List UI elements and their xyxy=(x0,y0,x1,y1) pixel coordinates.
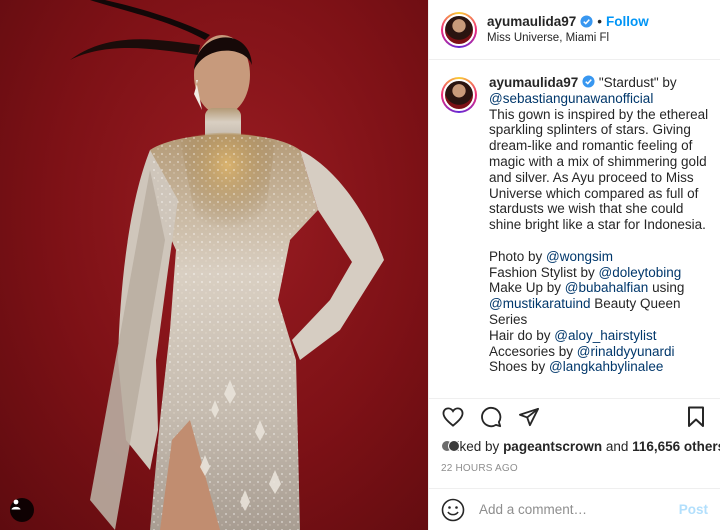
caption-text: ayumaulida97 "Stardust" by @sebastiangun… xyxy=(489,75,708,375)
caption-line: Fashion Stylist by @doleytobing xyxy=(489,264,682,280)
separator-dot: • xyxy=(597,13,603,29)
likes-and: and xyxy=(602,438,633,454)
caption-line: ayumaulida97 "Stardust" by xyxy=(489,75,708,91)
mention-link[interactable]: @aloy_hairstylist xyxy=(554,328,656,343)
heart-icon xyxy=(442,406,464,427)
mention-link[interactable]: @mustikaratuind xyxy=(489,296,591,311)
verified-badge-icon xyxy=(582,75,595,88)
comment-bubble-icon xyxy=(481,406,502,427)
post-comment-button[interactable]: Post xyxy=(679,502,708,517)
caption-line: @sebastiangunawanofficial xyxy=(489,91,708,107)
caption-line: Hair do by @aloy_hairstylist xyxy=(489,327,657,343)
post-side-panel: ayumaulida97 • Follow Miss Universe, Mia… xyxy=(428,0,720,530)
caption-line: Make Up by @bubahalfian using xyxy=(489,280,685,296)
photo-illustration xyxy=(70,0,384,530)
caption-line: sparkling splinters of stars. Giving xyxy=(489,122,691,138)
caption-avatar[interactable] xyxy=(441,77,477,113)
caption-line: shine bright like a star for Indonesia. xyxy=(489,217,706,233)
paper-plane-icon xyxy=(519,407,539,426)
follow-button[interactable]: Follow xyxy=(606,13,649,30)
caption-line: This gown is inspired by the ethereal xyxy=(489,106,709,122)
mention-link[interactable]: @doleytobing xyxy=(599,265,682,280)
post-location[interactable]: Miss Universe, Miami Fl xyxy=(487,30,649,47)
caption-line: dream-like and romantic feeling of xyxy=(489,138,693,154)
verified-badge-icon xyxy=(580,14,593,28)
bookmark-icon xyxy=(688,406,704,427)
likes-summary: Liked by pageantscrown and 116,656 other… xyxy=(441,436,720,456)
post-photo[interactable] xyxy=(0,0,428,530)
caption-line: Series xyxy=(489,311,528,327)
save-button[interactable] xyxy=(684,405,708,429)
post-actions xyxy=(429,398,720,434)
comment-input[interactable] xyxy=(479,502,671,517)
caption-line: Photo by @wongsim xyxy=(489,248,614,264)
like-button[interactable] xyxy=(441,405,465,429)
mention-link[interactable]: @wongsim xyxy=(546,249,613,264)
share-button[interactable] xyxy=(517,405,541,429)
caption-line: Universe which compared as full of xyxy=(489,185,699,201)
caption-line: magic with a mix of shimmering gold xyxy=(489,153,707,169)
mention-link[interactable]: @rinaldyyunardi xyxy=(577,344,675,359)
comment-button[interactable] xyxy=(479,405,503,429)
caption-username[interactable]: ayumaulida97 xyxy=(489,75,578,90)
author-avatar[interactable] xyxy=(441,11,477,48)
author-username[interactable]: ayumaulida97 xyxy=(487,13,576,30)
liker-username[interactable]: pageantscrown xyxy=(503,439,602,454)
add-comment-bar: Post xyxy=(429,488,720,530)
caption-line: stardusts we wish that she could xyxy=(489,201,684,217)
smiley-icon[interactable] xyxy=(441,498,465,522)
person-tag-icon xyxy=(11,499,21,510)
comments-area[interactable]: ayumaulida97 "Stardust" by @sebastiangun… xyxy=(429,61,720,395)
caption-fragment: "Stardust" by xyxy=(595,75,677,90)
post-timestamp[interactable]: 22 HOURS AGO xyxy=(441,463,518,474)
caption-line: Shoes by @langkahbylinalee xyxy=(489,359,664,375)
mention-link[interactable]: @langkahbylinalee xyxy=(549,359,663,374)
tagged-people-button[interactable] xyxy=(10,498,34,522)
caption: ayumaulida97 "Stardust" by @sebastiangun… xyxy=(441,75,708,375)
post-header: ayumaulida97 • Follow Miss Universe, Mia… xyxy=(429,0,720,60)
mention-link[interactable]: @bubahalfian xyxy=(565,280,649,295)
caption-line: and silver. As Ayu proceed to Miss xyxy=(489,169,694,185)
caption-line: Accesories by @rinaldyyunardi xyxy=(489,343,675,359)
likes-count[interactable]: 116,656 others xyxy=(632,439,720,454)
mention-link[interactable]: @sebastiangunawanofficial xyxy=(489,91,653,106)
caption-line: @mustikaratuind Beauty Queen xyxy=(489,296,681,312)
